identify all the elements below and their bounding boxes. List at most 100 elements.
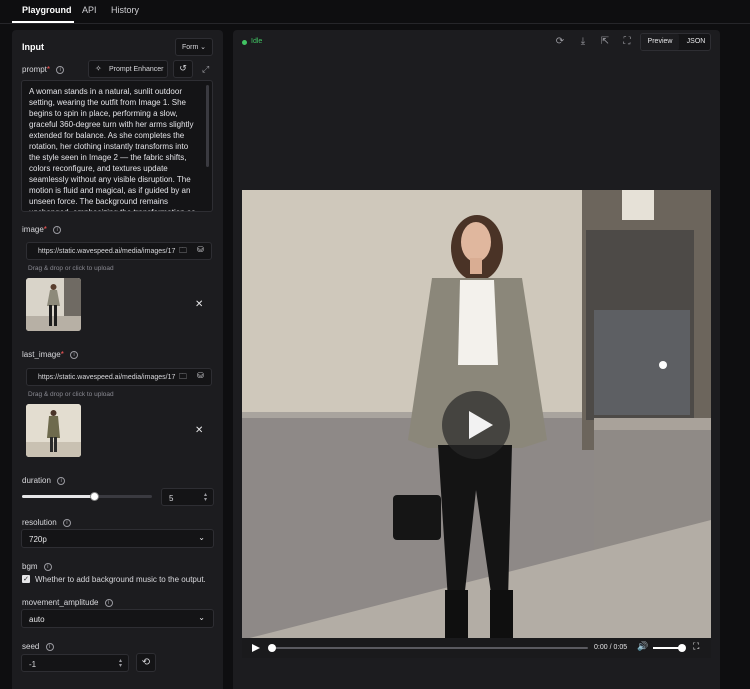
refresh-icon[interactable]: ⟳: [553, 35, 567, 49]
bgm-checkbox[interactable]: ✓: [22, 575, 30, 583]
bgm-label-row: bgm i: [22, 562, 52, 571]
duration-slider-thumb[interactable]: [90, 492, 100, 501]
info-icon[interactable]: i: [70, 350, 79, 359]
movement-amplitude-value: auto: [29, 615, 45, 624]
volume-slider-track[interactable]: [653, 644, 686, 652]
database-icon[interactable]: ⛁: [195, 371, 206, 380]
last-image-label-row: last_image* i: [22, 350, 79, 359]
folder-icon[interactable]: 🗀: [177, 245, 189, 259]
status-dot: [242, 40, 247, 45]
image-label-row: image* i: [22, 225, 62, 234]
volume-slider-thumb[interactable]: [677, 644, 686, 652]
prompt-label: prompt: [22, 65, 47, 74]
required-mark: *: [43, 225, 47, 234]
chevron-down-icon: ⌄: [198, 533, 205, 542]
remove-image-icon[interactable]: ✕: [195, 299, 203, 310]
resolution-label-row: resolution i: [22, 518, 71, 527]
prompt-enhancer-label: Prompt Enhancer: [109, 66, 164, 73]
duration-label-row: duration i: [22, 476, 66, 485]
sparkle-icon: ✧: [95, 64, 102, 73]
video-controls: 0:00 / 0:05 🔊 ⛶: [242, 638, 711, 658]
prompt-text: A woman stands in a natural, sunlit outd…: [29, 87, 195, 211]
duration-slider-track[interactable]: [22, 492, 152, 501]
random-seed-button[interactable]: ⟲: [136, 653, 156, 672]
video-progress-track[interactable]: [268, 644, 588, 652]
image-thumbnail[interactable]: [26, 278, 81, 331]
download-icon[interactable]: ⤓: [576, 35, 590, 49]
input-panel-title: Input: [22, 42, 44, 52]
duration-label: duration: [22, 476, 51, 485]
stepper-icon[interactable]: ▴ ▾: [119, 658, 122, 669]
active-tab-indicator: [12, 21, 74, 23]
info-icon[interactable]: i: [43, 562, 52, 571]
info-icon[interactable]: i: [45, 642, 54, 651]
video-time: 0:00 / 0:05: [594, 644, 627, 651]
tab-history[interactable]: History: [111, 5, 139, 15]
bgm-checkbox-label[interactable]: Whether to add background music to the o…: [35, 575, 206, 584]
video-time-total: 0:05: [613, 644, 628, 651]
movement-amplitude-select[interactable]: auto ⌄: [21, 609, 214, 628]
resolution-value: 720p: [29, 535, 47, 544]
view-toggle: Preview JSON: [640, 33, 711, 51]
prompt-textarea[interactable]: A woman stands in a natural, sunlit outd…: [21, 80, 213, 212]
fullscreen-scan-icon[interactable]: ⛶: [620, 35, 634, 49]
movement-amplitude-label-row: movement_amplitude i: [22, 598, 113, 607]
info-icon[interactable]: i: [53, 225, 62, 234]
top-navigation: Playground API History: [0, 0, 750, 24]
tab-api[interactable]: API: [82, 5, 97, 15]
resolution-label: resolution: [22, 518, 57, 527]
duration-input[interactable]: 5 ▴ ▾: [161, 488, 214, 506]
prompt-enhancer-button[interactable]: ✧ Prompt Enhancer: [88, 60, 168, 78]
last-image-thumbnail[interactable]: [26, 404, 81, 457]
video-time-current: 0:00: [594, 644, 608, 651]
play-icon[interactable]: [251, 643, 261, 653]
last-image-upload-hint[interactable]: Drag & drop or click to upload: [28, 391, 114, 398]
play-icon: [469, 411, 493, 439]
last-image-url-value: https://static.wavespeed.ai/media/images…: [38, 374, 176, 381]
fullscreen-icon[interactable]: ⛶: [693, 642, 699, 652]
big-play-button[interactable]: [442, 391, 510, 459]
video-player[interactable]: [242, 190, 711, 658]
required-mark: *: [60, 350, 64, 359]
expand-icon[interactable]: ⤢: [202, 65, 209, 75]
image-upload-hint[interactable]: Drag & drop or click to upload: [28, 265, 114, 272]
volume-icon[interactable]: 🔊: [637, 642, 648, 652]
external-link-icon[interactable]: ⇱: [598, 35, 612, 49]
info-icon[interactable]: i: [57, 476, 66, 485]
info-icon[interactable]: i: [56, 65, 65, 74]
folder-icon[interactable]: 🗀: [177, 371, 189, 385]
mode-select[interactable]: Form ⌄: [175, 38, 213, 56]
video-progress-thumb[interactable]: [268, 644, 276, 652]
resolution-select[interactable]: 720p ⌄: [21, 529, 214, 548]
info-icon[interactable]: i: [62, 518, 71, 527]
stepper-icon[interactable]: ▴ ▾: [204, 492, 207, 503]
duration-slider-fill: [22, 495, 95, 498]
database-icon[interactable]: ⛁: [195, 245, 206, 254]
image-label: image: [22, 225, 44, 234]
movement-amplitude-label: movement_amplitude: [22, 598, 99, 607]
preview-tab[interactable]: Preview: [641, 34, 679, 50]
required-mark: *: [46, 65, 51, 74]
input-panel: Input Form ⌄ prompt* i ✧ Prompt Enhancer…: [12, 30, 223, 689]
textarea-scrollbar[interactable]: [206, 85, 209, 167]
mode-select-value: Form: [182, 44, 199, 51]
info-icon[interactable]: i: [104, 598, 113, 607]
seed-value: -1: [29, 660, 37, 669]
video-time-separator: /: [609, 644, 612, 651]
seed-input[interactable]: -1 ▴ ▾: [21, 654, 129, 672]
output-panel: Idle ⟳ ⤓ ⇱ ⛶ Preview JSON 0:00 / 0:05 🔊 …: [233, 30, 720, 689]
seed-label: seed: [22, 642, 40, 651]
prompt-label-row: prompt* i: [22, 65, 65, 74]
tab-playground[interactable]: Playground: [22, 5, 72, 15]
chevron-down-icon: ⌄: [200, 43, 206, 51]
last-image-label: last_image: [22, 350, 61, 359]
remove-last-image-icon[interactable]: ✕: [195, 425, 203, 436]
json-tab[interactable]: JSON: [681, 34, 711, 50]
history-icon[interactable]: ↺: [173, 60, 193, 78]
bgm-label: bgm: [22, 562, 38, 571]
image-url-value: https://static.wavespeed.ai/media/images…: [38, 248, 176, 255]
chevron-down-icon: ⌄: [198, 613, 205, 622]
duration-value: 5: [169, 494, 174, 503]
status-text: Idle: [251, 38, 263, 45]
seed-label-row: seed i: [22, 642, 54, 651]
